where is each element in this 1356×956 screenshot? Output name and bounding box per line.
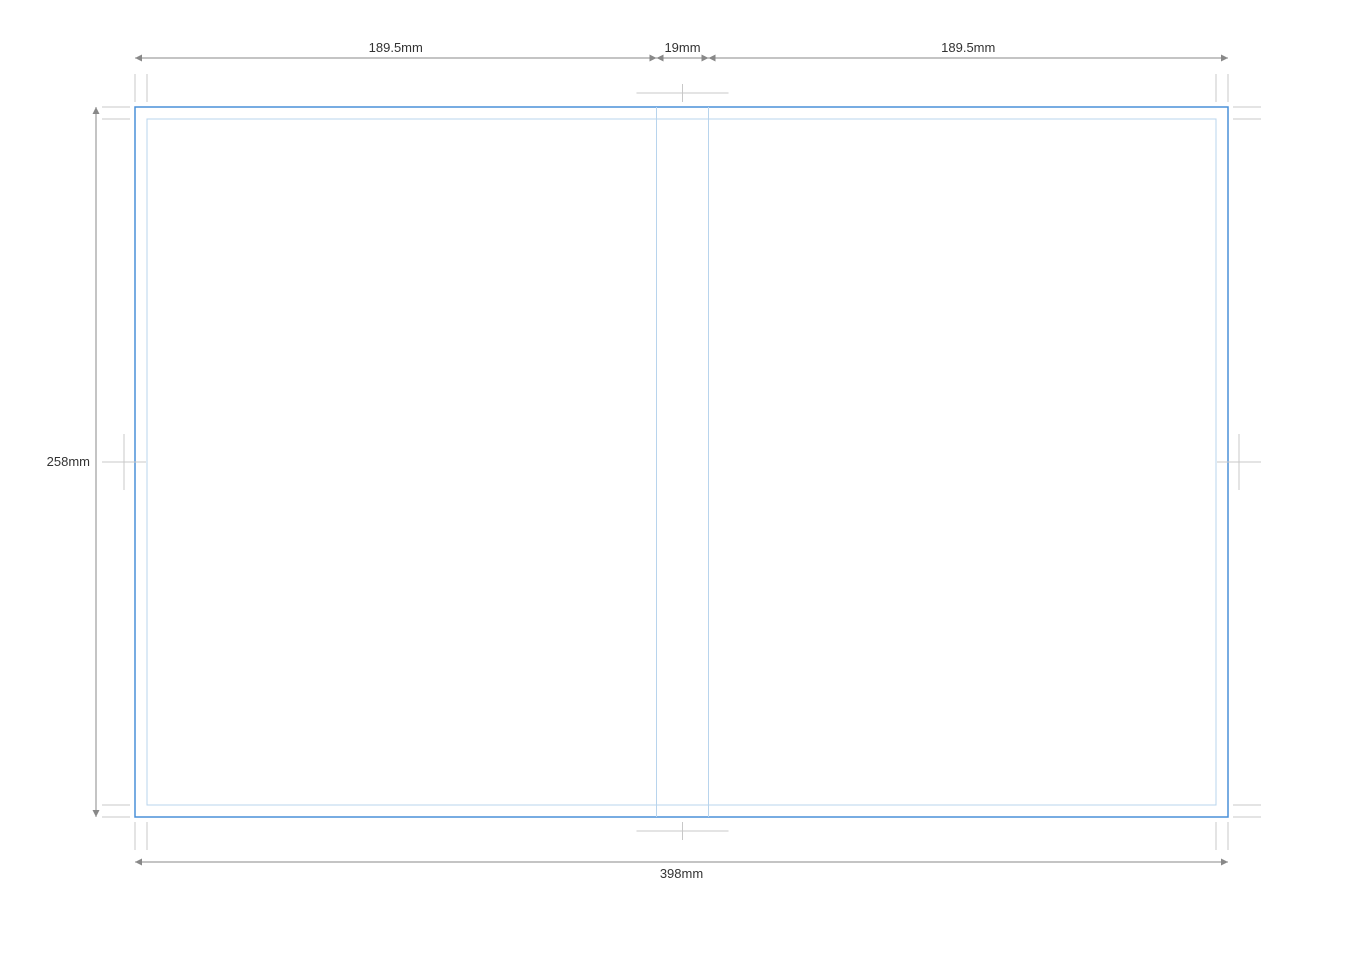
dim-right-panel: 189.5mm: [941, 40, 995, 55]
dim-height: 258mm: [47, 454, 90, 469]
dim-spine: 19mm: [664, 40, 700, 55]
cover-template-diagram: 189.5mm 19mm 189.5mm 258mm 398mm: [0, 0, 1356, 956]
dim-total-width: 398mm: [660, 866, 703, 881]
dim-left-panel: 189.5mm: [369, 40, 423, 55]
